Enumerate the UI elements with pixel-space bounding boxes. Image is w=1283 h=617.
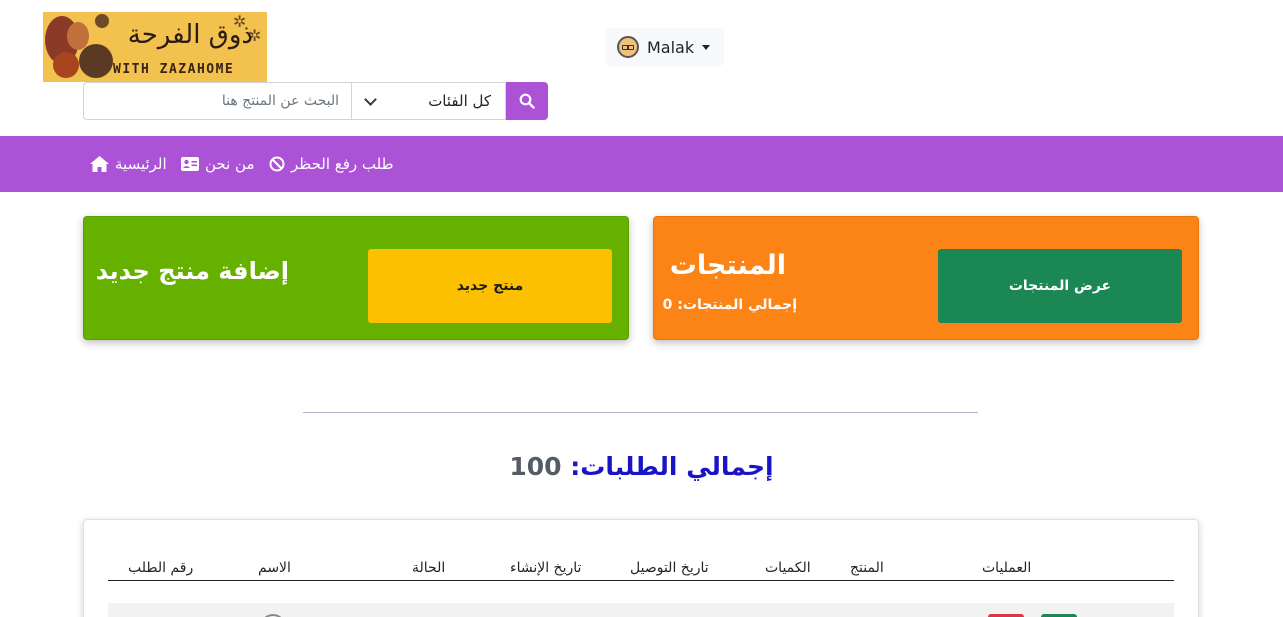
chevron-down-icon (364, 92, 377, 106)
ban-icon (269, 156, 285, 172)
user-name: Malak (647, 37, 695, 57)
nav-item-unban-label: طلب رفع الحظر (291, 155, 394, 173)
nav-item-about-label: من نحن (205, 155, 255, 173)
user-menu-button[interactable]: Malak (605, 28, 724, 66)
logo-text-english: WITH ZAZAHOME (113, 62, 235, 77)
id-card-icon (181, 157, 199, 171)
logo-decoration (53, 52, 79, 78)
search-icon (519, 93, 535, 109)
table-row (108, 603, 1174, 617)
logo-text-arabic: ذوق الفرحة (127, 20, 253, 50)
header-delivery-date: تاريخ التوصيل (630, 560, 709, 576)
view-products-button[interactable]: عرض المنتجات (938, 249, 1182, 323)
main-nav: الرئيسية من نحن طلب رفع الحظر (0, 136, 1283, 192)
header-order-number: رقم الطلب (128, 560, 194, 576)
home-icon (90, 156, 109, 172)
add-product-card: منتج جديد إضافة منتج جديد (83, 216, 629, 340)
category-select[interactable]: كل الفئات (351, 82, 506, 120)
nav-item-about[interactable]: من نحن (181, 155, 255, 173)
products-total: إجمالي المنتجات: 0 (662, 297, 797, 313)
header-created-date: تاريخ الإنشاء (510, 560, 582, 576)
caret-down-icon (702, 44, 711, 50)
site-logo[interactable]: ✲ ✲ ذوق الفرحة WITH ZAZAHOME (43, 12, 267, 82)
orders-total-heading: إجمالي الطلبات: 100 (0, 452, 1283, 481)
header-status: الحالة (412, 560, 446, 576)
products-title: المنتجات (669, 250, 786, 281)
header-actions: العمليات (982, 560, 1032, 576)
products-card: عرض المنتجات المنتجات إجمالي المنتجات: 0 (653, 216, 1199, 340)
header-product: المنتج (850, 560, 884, 576)
orders-table: رقم الطلب الاسم الحالة تاريخ الإنشاء تار… (83, 519, 1199, 617)
nav-item-home-label: الرئيسية (115, 155, 167, 173)
nav-item-unban[interactable]: طلب رفع الحظر (269, 155, 394, 173)
header-name: الاسم (258, 560, 291, 576)
nav-item-home[interactable]: الرئيسية (90, 155, 167, 173)
category-select-value: كل الفئات (428, 92, 491, 110)
orders-total-label: إجمالي الطلبات: (570, 452, 774, 481)
search-button[interactable] (506, 82, 548, 120)
logo-decoration (95, 14, 109, 28)
user-avatar-icon (617, 36, 639, 58)
table-header-divider (108, 580, 1174, 581)
page: ✲ ✲ ذوق الفرحة WITH ZAZAHOME Malak كل ال… (0, 0, 1283, 617)
logo-decoration (79, 44, 113, 78)
search-input[interactable] (83, 82, 351, 120)
search-bar: كل الفئات (83, 82, 548, 120)
add-product-title: إضافة منتج جديد (95, 257, 289, 285)
header-quantities: الكميات (765, 560, 811, 576)
section-divider (303, 412, 978, 413)
new-product-button[interactable]: منتج جديد (368, 249, 612, 323)
orders-total-value: 100 (509, 452, 562, 481)
